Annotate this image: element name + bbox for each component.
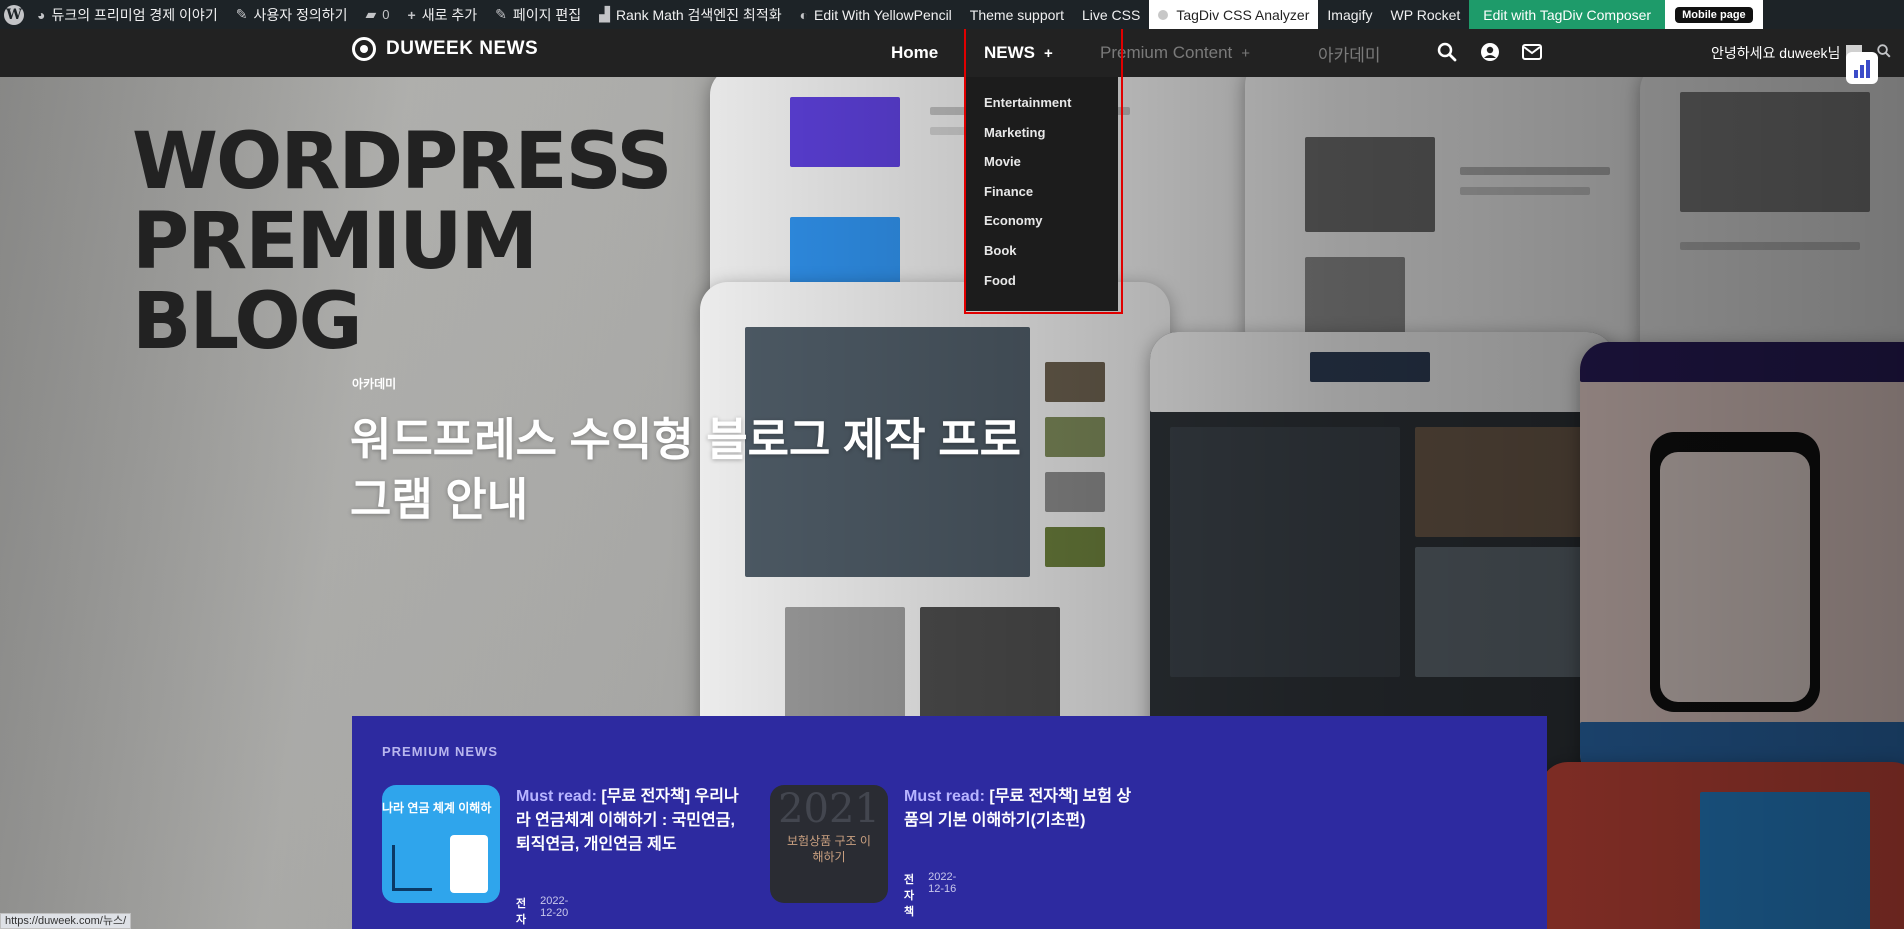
hero-category-link[interactable]: 아카데미 bbox=[352, 375, 396, 392]
site-name-menu[interactable]: ◕ 듀크의 프리미엄 경제 이야기 bbox=[28, 0, 227, 29]
wp-rocket-label: WP Rocket bbox=[1390, 6, 1461, 23]
wp-admin-bar: W ◕ 듀크의 프리미엄 경제 이야기 ✎ 사용자 정의하기 ▰ 0 + 새로 … bbox=[0, 0, 1904, 29]
new-content-label: 새로 추가 bbox=[421, 6, 478, 23]
user-icon[interactable] bbox=[1479, 41, 1501, 63]
browser-status-url: https://duweek.com/뉴스/ bbox=[0, 913, 132, 929]
search-icon[interactable] bbox=[1436, 41, 1458, 63]
nav-premium-content[interactable]: Premium Content + bbox=[1100, 29, 1250, 77]
premium-news-heading: PREMIUM NEWS bbox=[382, 744, 498, 759]
coin-stack-icon bbox=[392, 845, 432, 891]
nav-news[interactable]: NEWS + bbox=[984, 29, 1053, 77]
plus-icon: + bbox=[407, 6, 416, 23]
bar-chart-icon bbox=[1866, 60, 1870, 78]
nav-academy-label: 아카데미 bbox=[1318, 45, 1381, 65]
theme-support-link[interactable]: Theme support bbox=[961, 0, 1073, 29]
live-css-link[interactable]: Live CSS bbox=[1073, 0, 1149, 29]
tagdiv-composer-label: Edit with TagDiv Composer bbox=[1483, 6, 1652, 23]
status-dot-icon bbox=[1158, 9, 1169, 20]
headline-line-3: BLOG bbox=[132, 277, 363, 367]
bar-chart-icon bbox=[1854, 70, 1858, 78]
live-css-label: Live CSS bbox=[1081, 6, 1141, 23]
post-thumbnail[interactable]: 2021 보험상품 구조 이해하기 bbox=[770, 785, 888, 903]
wordpress-logo-menu[interactable]: W bbox=[0, 1, 28, 29]
thumbnail-caption: 보험상품 구조 이해하기 bbox=[787, 834, 871, 864]
thumbnail-year: 2021 bbox=[778, 786, 880, 832]
wp-rocket-menu[interactable]: WP Rocket bbox=[1382, 0, 1470, 29]
mobile-page-label: Mobile page bbox=[1675, 6, 1753, 23]
customize-link[interactable]: ✎ 사용자 정의하기 bbox=[227, 0, 357, 29]
tagdiv-css-label: TagDiv CSS Analyzer bbox=[1176, 6, 1310, 23]
yellow-pencil-label: Edit With YellowPencil bbox=[814, 6, 952, 23]
expand-plus-icon: + bbox=[1044, 44, 1053, 62]
news-submenu: Entertainment Marketing Movie Finance Ec… bbox=[966, 77, 1118, 311]
comments-link[interactable]: ▰ 0 bbox=[357, 0, 399, 29]
submenu-item-book[interactable]: Book bbox=[984, 243, 1017, 258]
headline-line-1: WORDPRESS bbox=[132, 117, 673, 207]
new-content-menu[interactable]: + 새로 추가 bbox=[399, 0, 487, 29]
admin-search-icon[interactable] bbox=[1876, 43, 1892, 59]
comments-count: 0 bbox=[382, 7, 390, 22]
site-name-label: 듀크의 프리미엄 경제 이야기 bbox=[51, 6, 218, 23]
logo-icon bbox=[352, 37, 376, 61]
theme-support-label: Theme support bbox=[969, 6, 1064, 23]
post-author[interactable]: 전자책 bbox=[904, 871, 914, 919]
rank-math-icon: ▟ bbox=[599, 6, 610, 22]
submenu-item-food[interactable]: Food bbox=[984, 273, 1016, 288]
imagify-label: Imagify bbox=[1327, 6, 1373, 23]
submenu-item-marketing[interactable]: Marketing bbox=[984, 125, 1045, 140]
greeting-text: 안녕하세요 duweek님 bbox=[1711, 45, 1841, 61]
edit-page-link[interactable]: ✎ 페이지 편집 bbox=[486, 0, 590, 29]
page: W ◕ 듀크의 프리미엄 경제 이야기 ✎ 사용자 정의하기 ▰ 0 + 새로 … bbox=[0, 0, 1904, 929]
post-author[interactable]: 전자책 bbox=[516, 895, 526, 929]
dashboard-icon: ◕ bbox=[37, 6, 46, 23]
hero-post-title[interactable]: 워드프레스 수익형 블로그 제작 프로그램 안내 bbox=[350, 410, 1050, 530]
nav-news-label: NEWS bbox=[984, 43, 1035, 62]
expand-plus-icon: + bbox=[1241, 44, 1251, 62]
must-read-label: Must read: bbox=[516, 788, 597, 805]
logo-text: DUWEEK NEWS bbox=[386, 38, 539, 59]
submenu-item-finance[interactable]: Finance bbox=[984, 184, 1033, 199]
site-header: DUWEEK NEWS Home NEWS + Premium Content … bbox=[0, 29, 1904, 77]
rank-math-label: Rank Math 검색엔진 최적화 bbox=[615, 6, 782, 23]
post-title[interactable]: Must read: [무료 전자책] 보험 상품의 기본 이해하기(기초편) bbox=[904, 785, 1132, 833]
analytics-widget-button[interactable] bbox=[1846, 52, 1878, 84]
post-thumbnail[interactable]: 나라 연금 체계 이해하 bbox=[382, 785, 500, 903]
nav-academy[interactable]: 아카데미 bbox=[1318, 29, 1381, 77]
edit-page-label: 페이지 편집 bbox=[512, 6, 582, 23]
submenu-item-movie[interactable]: Movie bbox=[984, 154, 1021, 169]
mail-icon[interactable] bbox=[1521, 41, 1543, 63]
imagify-menu[interactable]: Imagify bbox=[1318, 0, 1381, 29]
user-greeting[interactable]: 안녕하세요 duweek님 bbox=[1711, 29, 1863, 77]
yellow-pencil-icon: ◐ bbox=[799, 6, 809, 23]
rank-math-menu[interactable]: ▟ Rank Math 검색엔진 최적화 bbox=[590, 0, 790, 29]
yellow-pencil-link[interactable]: ◐ Edit With YellowPencil bbox=[791, 0, 961, 29]
brush-icon: ✎ bbox=[235, 6, 248, 22]
hero-background-headline: WORDPRESS PREMIUM BLOG bbox=[132, 117, 673, 367]
tagdiv-composer-button[interactable]: Edit with TagDiv Composer bbox=[1469, 0, 1666, 29]
pencil-icon: ✎ bbox=[495, 6, 507, 22]
post-title[interactable]: Must read: [무료 전자책] 우리나라 연금체계 이해하기 : 국민연… bbox=[516, 785, 744, 857]
submenu-item-economy[interactable]: Economy bbox=[984, 213, 1043, 228]
premium-news-block: PREMIUM NEWS 나라 연금 체계 이해하 Must read: [무료… bbox=[352, 716, 1547, 929]
nav-home-label: Home bbox=[891, 43, 939, 62]
nav-home[interactable]: Home bbox=[891, 29, 938, 77]
submenu-item-entertainment[interactable]: Entertainment bbox=[984, 95, 1071, 110]
customize-label: 사용자 정의하기 bbox=[253, 6, 348, 23]
bar-chart-icon bbox=[1860, 65, 1864, 78]
headline-line-2: PREMIUM bbox=[132, 197, 538, 287]
post-date: 2022-12-20 bbox=[540, 895, 569, 919]
post-date: 2022-12-16 bbox=[928, 871, 957, 895]
chart-panel-icon bbox=[450, 835, 488, 893]
comment-icon: ▰ bbox=[365, 6, 377, 22]
mobile-page-button[interactable]: Mobile page bbox=[1665, 0, 1763, 29]
post-meta: 전자책 2022-12-20 bbox=[516, 895, 568, 929]
thumbnail-caption: 나라 연금 체계 이해하 bbox=[382, 801, 492, 815]
site-logo[interactable]: DUWEEK NEWS bbox=[352, 37, 538, 61]
nav-premium-label: Premium Content bbox=[1100, 43, 1233, 62]
tagdiv-css-analyzer-link[interactable]: TagDiv CSS Analyzer bbox=[1149, 0, 1319, 29]
post-meta: 전자책 2022-12-16 bbox=[904, 871, 956, 919]
wordpress-icon: W bbox=[4, 4, 24, 25]
must-read-label: Must read: bbox=[904, 788, 985, 805]
